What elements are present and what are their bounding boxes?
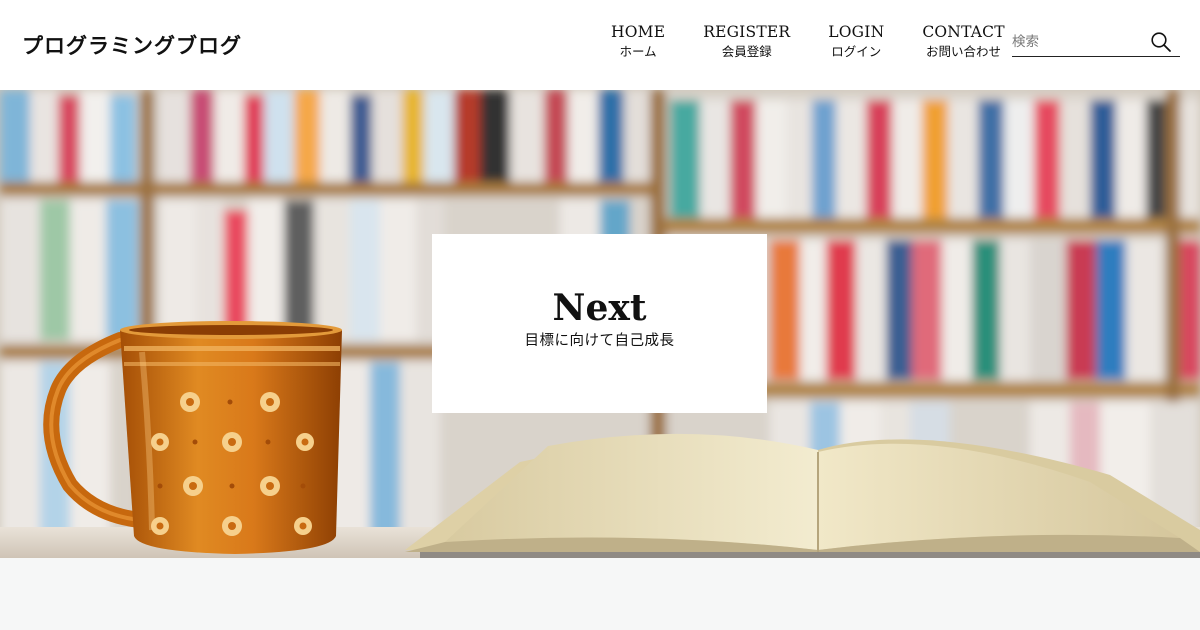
nav-item-register[interactable]: REGISTER 会員登録 (684, 22, 809, 61)
site-header: プログラミングブログ HOME ホーム REGISTER 会員登録 LOGIN … (0, 0, 1200, 90)
search-input[interactable] (1012, 28, 1142, 55)
nav-item-home-label: HOME (611, 23, 666, 41)
hero-title: Next (552, 287, 647, 329)
content-area (0, 558, 1200, 630)
nav-item-register-label: REGISTER (703, 23, 791, 41)
nav-item-contact-label: CONTACT (922, 23, 1005, 41)
main-nav: HOME ホーム REGISTER 会員登録 LOGIN ログイン CONTAC… (592, 22, 1024, 61)
nav-item-register-sublabel: 会員登録 (721, 44, 772, 59)
hero-section: Next 目標に向けて自己成長 (0, 90, 1200, 558)
nav-item-home[interactable]: HOME ホーム (592, 22, 684, 61)
nav-item-login-label: LOGIN (828, 23, 885, 41)
nav-item-contact[interactable]: CONTACT お問い合わせ (903, 22, 1023, 61)
search-icon (1151, 32, 1171, 52)
nav-item-login-sublabel: ログイン (831, 44, 882, 59)
nav-item-contact-sublabel: お問い合わせ (926, 44, 1002, 59)
search-form (1012, 28, 1180, 57)
nav-item-login[interactable]: LOGIN ログイン (809, 22, 903, 61)
search-button[interactable] (1150, 31, 1172, 53)
nav-item-home-sublabel: ホーム (619, 44, 657, 59)
hero-subtitle: 目標に向けて自己成長 (524, 333, 675, 349)
site-logo[interactable]: プログラミングブログ (22, 30, 242, 60)
hero-card: Next 目標に向けて自己成長 (432, 234, 767, 413)
